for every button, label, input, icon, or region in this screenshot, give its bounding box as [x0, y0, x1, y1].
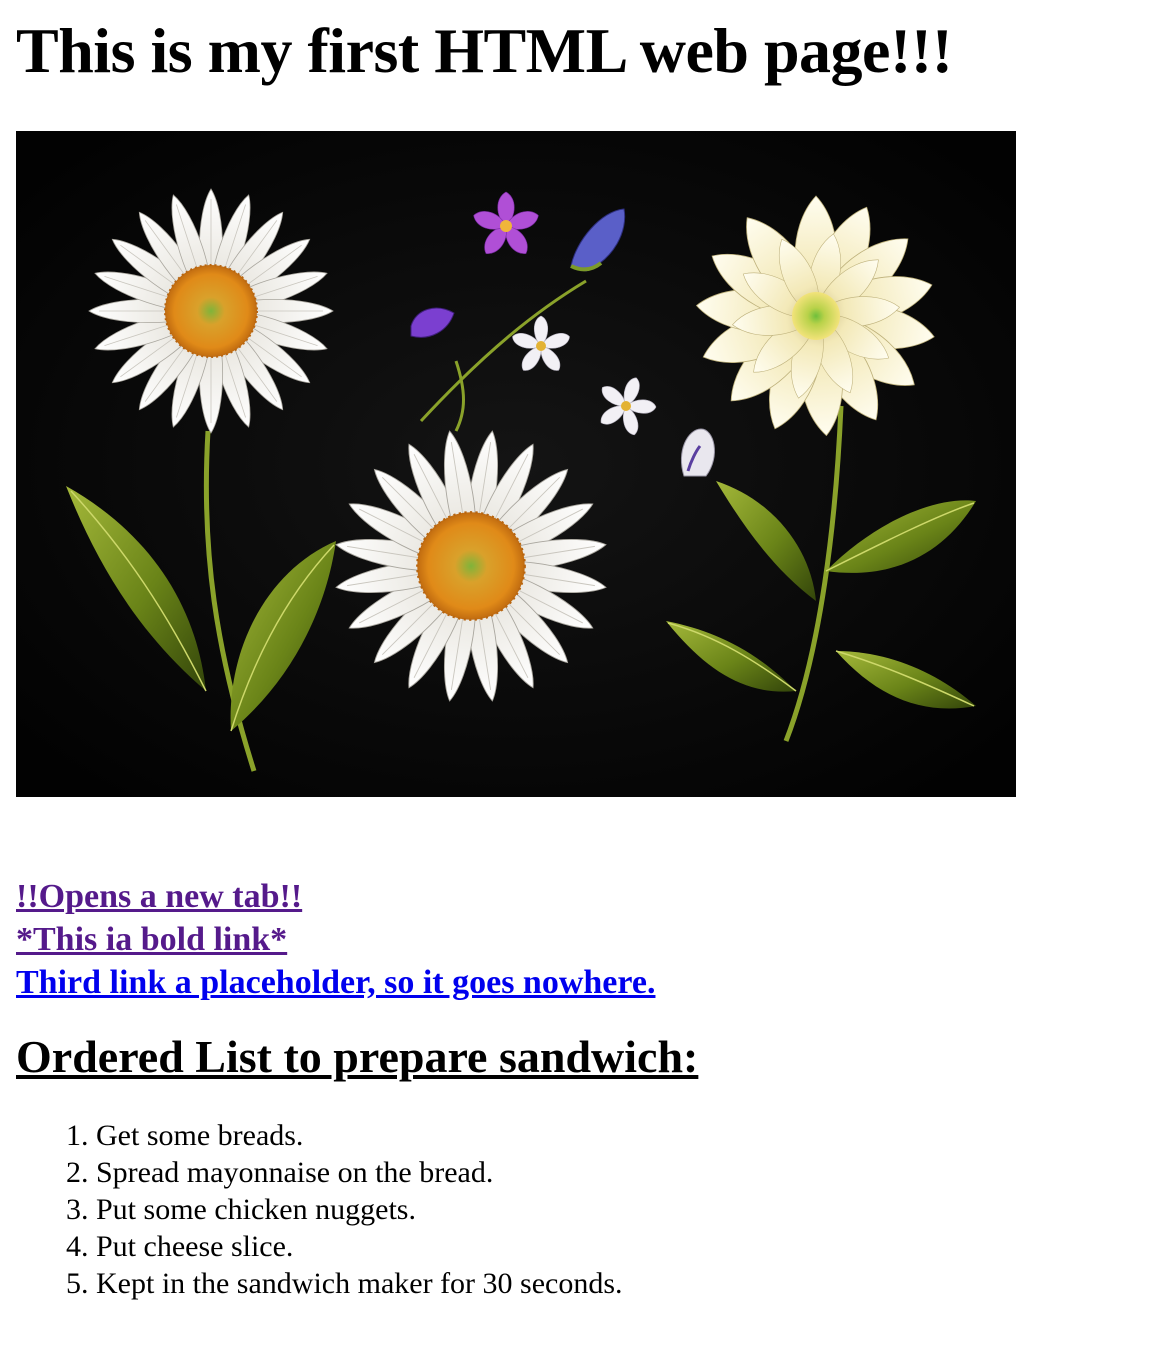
link-bold[interactable]: *This ia bold link*	[16, 918, 1146, 961]
link-opens-new-tab[interactable]: !!Opens a new tab!!	[16, 875, 1146, 918]
list-item: Kept in the sandwich maker for 30 second…	[96, 1265, 1146, 1302]
page-content: This is my first HTML web page!!! !!Open…	[16, 0, 1146, 1302]
section-title: Ordered List to prepare sandwich:	[16, 1031, 699, 1082]
list-item: Spread mayonnaise on the bread.	[96, 1154, 1146, 1191]
sandwich-steps-list: Get some breads. Spread mayonnaise on th…	[16, 1117, 1146, 1302]
flower-image	[16, 131, 1016, 797]
page-title: This is my first HTML web page!!!	[16, 15, 953, 86]
list-item: Get some breads.	[96, 1117, 1146, 1154]
list-item: Put some chicken nuggets.	[96, 1191, 1146, 1228]
link-placeholder[interactable]: Third link a placeholder, so it goes now…	[16, 961, 1146, 1004]
list-item: Put cheese slice.	[96, 1228, 1146, 1265]
link-list: !!Opens a new tab!! *This ia bold link* …	[16, 875, 1146, 1004]
